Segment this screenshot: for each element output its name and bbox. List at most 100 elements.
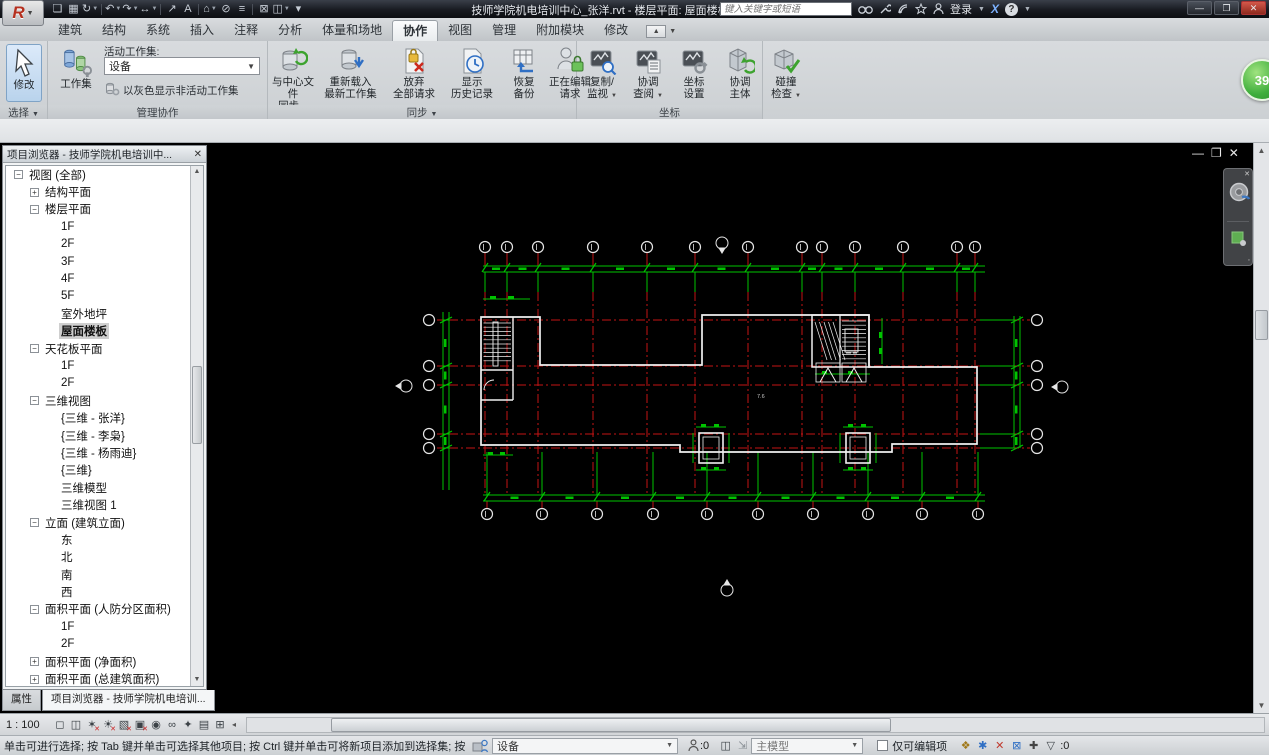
tree-item-label[interactable]: 5F [59,290,76,302]
tree-item-label[interactable]: 屋面楼板 [59,323,109,340]
tree-item-28[interactable]: + 面积平面 (净面积) [6,653,203,670]
tree-scrollbar-thumb[interactable] [192,366,202,444]
tree-item-6[interactable]: 4F [6,270,203,287]
sync-with-central-icon[interactable]: ↻ ▼ [82,2,98,17]
view-scale-button[interactable]: 1 : 100 [6,719,52,731]
ribbon-minimize-icon[interactable]: ▲ [646,25,667,38]
search-binoculars-icon[interactable] [858,4,873,15]
navigation-bar-anchor-icon[interactable]: ◦ [1248,257,1250,264]
coordination-host-button[interactable]: 协调 主体 [717,42,763,102]
tree-item-label[interactable]: 南 [59,567,75,583]
ribbon-tab-11[interactable]: 修改 [594,20,638,41]
worksets-button[interactable]: 工作集 [54,44,98,104]
worksharing-request-icon[interactable]: ❖ [957,738,974,754]
tree-item-7[interactable]: 5F [6,288,203,305]
scroll-up-icon[interactable]: ▲ [1254,143,1269,158]
tree-item-label[interactable]: 立面 (建筑立面) [43,515,127,531]
tree-item-29[interactable]: + 面积平面 (总建筑面积) [6,670,203,686]
interference-check-button[interactable]: 碰撞 检查 ▼ [763,42,809,102]
collapse-icon[interactable]: − [30,204,39,214]
tree-item-label[interactable]: 2F [59,377,76,389]
tree-item-2[interactable]: − 楼层平面 [6,201,203,218]
navigation-bar-close-icon[interactable]: ✕ [1244,170,1250,178]
tree-item-label[interactable]: 面积平面 (净面积) [43,654,138,670]
checkbox-icon[interactable] [877,740,889,751]
horizontal-scrollbar-thumb[interactable] [331,717,891,732]
ribbon-tab-3[interactable]: 插入 [180,20,224,41]
lock-3d-view-icon[interactable]: ◉ [148,717,164,733]
dock-tab-0[interactable]: 属性 [2,690,41,711]
tree-item-22[interactable]: 北 [6,549,203,566]
text-icon[interactable]: A [180,2,195,17]
dock-tab-1[interactable]: 项目浏览器 - 技师学院机电培训... [42,690,215,711]
tree-item-label[interactable]: 楼层平面 [43,201,93,217]
tree-item-label[interactable]: 面积平面 (人防分区面积) [43,601,173,617]
tree-item-8[interactable]: 室外地坪 [6,305,203,322]
tree-item-label[interactable]: 三维视图 [43,393,93,409]
editable-only-checkbox[interactable]: 仅可编辑项 [877,738,947,754]
sign-in-chevron-icon[interactable]: ▼ [978,6,985,13]
section-icon[interactable]: ⊘ [218,2,233,17]
minimize-window-button[interactable]: — [1187,1,1212,15]
tree-item-label[interactable]: 室外地坪 [59,306,109,322]
tree-item-label[interactable]: {三维} [59,462,94,478]
subscription-wrench-icon[interactable] [879,3,891,15]
ribbon-tab-2[interactable]: 系统 [136,20,180,41]
design-options-icon[interactable]: ◫ [717,738,734,754]
ribbon-tab-7[interactable]: 协作 [392,20,439,41]
temporary-hide-isolate-icon[interactable]: ∞ [164,717,180,733]
save-icon[interactable]: ▦ [66,2,81,17]
notification-badge[interactable]: 39 [1241,59,1269,101]
tree-scrollbar[interactable]: ▲ ▼ [190,166,203,686]
design-option-dropdown[interactable]: 主模型 ▼ [751,737,864,754]
tree-item-11[interactable]: 1F [6,357,203,374]
horizontal-scrollbar[interactable] [246,716,1265,733]
edit-request-grant-icon[interactable]: ✱ [974,738,991,754]
view-restore-button[interactable]: ❐ [1211,146,1222,160]
vertical-scrollbar[interactable]: ▲ ▼ [1253,143,1269,713]
tree-item-24[interactable]: 西 [6,583,203,600]
ribbon-tab-1[interactable]: 结构 [92,20,136,41]
collapse-icon[interactable]: − [30,396,39,406]
tree-item-label[interactable]: 1F [59,621,76,633]
tree-item-0[interactable]: − 视图 (全部) [6,166,203,183]
tree-item-5[interactable]: 3F [6,253,203,270]
grid-lines[interactable] [437,252,1030,509]
view-minimize-button[interactable]: — [1192,146,1204,160]
close-icon[interactable]: ✕ [194,149,202,160]
expand-icon[interactable]: + [30,674,39,684]
measure-icon[interactable]: ↔ ▼ [140,2,158,17]
filter-icon[interactable]: ▽ [1042,738,1059,754]
plan-annotation[interactable]: 7.6 [757,394,765,400]
project-browser-header[interactable]: 项目浏览器 - 技师学院机电培训中... ✕ [3,146,206,163]
temporary-view-properties-icon[interactable]: ⊞ [212,717,228,733]
exchange-apps-icon[interactable]: X [991,2,999,16]
show-history-button[interactable]: 显示 历史记录 [443,42,501,114]
collapse-icon[interactable]: − [30,518,39,527]
ribbon-tab-4[interactable]: 注释 [224,20,268,41]
reveal-hidden-elements-icon[interactable]: ✦ [180,717,196,733]
coordination-review-button[interactable]: 协调 查阅 ▼ [625,42,671,102]
switch-windows-icon[interactable]: ◫ ▼ [272,2,289,17]
detail-level-icon[interactable]: ◫ [68,717,84,733]
tree-item-label[interactable]: 三维视图 1 [59,497,119,513]
thin-lines-icon[interactable]: ≡ [234,2,249,17]
help-icon[interactable]: ? [1004,2,1018,16]
reload-latest-button[interactable]: 重新载入 最新工作集 [316,42,385,114]
tree-item-label[interactable]: 3F [59,256,76,268]
scroll-down-icon[interactable]: ▼ [1254,698,1269,713]
help-search-box[interactable] [720,2,852,16]
tree-item-label[interactable]: {三维 - 张洋} [59,410,127,426]
worksharing-display-icon[interactable]: ▤ [196,717,212,733]
tree-item-label[interactable]: 天花板平面 [43,341,105,357]
open-icon[interactable]: ❏ [50,2,65,17]
show-crop-region-icon[interactable]: ▣ ✕ [132,717,148,733]
close-window-button[interactable]: ✕ [1241,1,1266,15]
copy-monitor-button[interactable]: 复制/ 监视 ▼ [579,42,625,102]
redo-icon[interactable]: ↷ ▼ [122,2,138,17]
coordination-settings-button[interactable]: 坐标 设置 [671,42,717,102]
tree-item-label[interactable]: {三维 - 李枭} [59,428,127,444]
grid-bubbles[interactable] [422,240,1044,521]
release-borrowed-icon[interactable]: ⊠ [1008,738,1025,754]
application-menu-button[interactable]: R ▼ [2,0,44,26]
